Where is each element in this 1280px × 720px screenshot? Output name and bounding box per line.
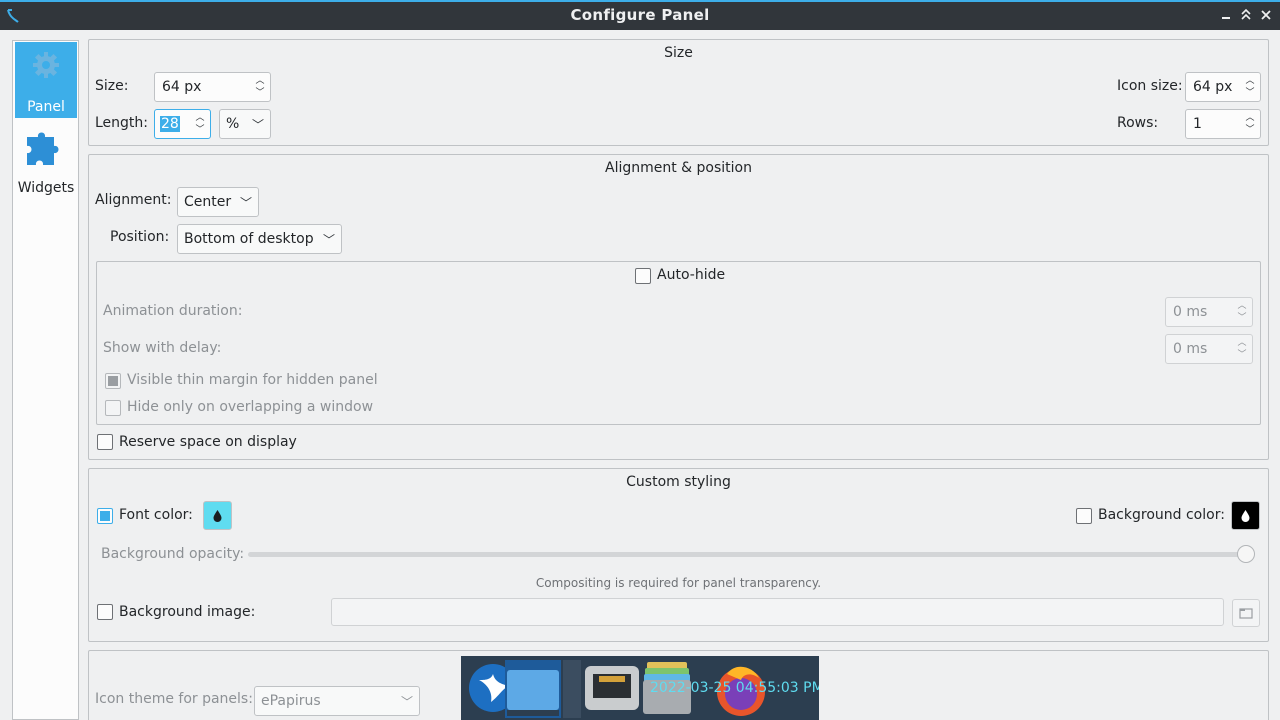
opacity-slider-handle[interactable]: [1237, 545, 1255, 563]
alignment-value: Center: [184, 194, 232, 210]
font-color-checkbox[interactable]: [97, 508, 113, 524]
group-title: Custom styling: [626, 474, 731, 490]
icon-size-label: Icon size:: [1117, 78, 1183, 94]
group-title: Size: [664, 45, 693, 61]
title-bar: Configure Panel: [0, 0, 1280, 30]
show-delay-spinbox[interactable]: 0 ms ︿ ﹀: [1165, 334, 1253, 364]
reserve-space-label: Reserve space on display: [119, 434, 297, 450]
length-spinbox[interactable]: 28 ︿ ﹀: [154, 109, 211, 139]
panel-taskbar: 2 2022-03-25 04:55:03 PM: [461, 656, 819, 720]
rows-label: Rows:: [1117, 115, 1159, 131]
show-delay-value: 0 ms: [1173, 341, 1208, 357]
opacity-slider-track[interactable]: [248, 552, 1246, 557]
background-color-button[interactable]: [1231, 501, 1260, 530]
alignment-select[interactable]: Center ﹀: [177, 187, 259, 217]
animation-duration-value: 0 ms: [1173, 304, 1208, 320]
sidebar-item-label: Panel: [27, 99, 65, 115]
maximize-button[interactable]: [1238, 7, 1254, 23]
icon-theme-label: Icon theme for panels:: [95, 691, 253, 707]
length-label: Length:: [95, 115, 149, 131]
background-image-field[interactable]: [331, 598, 1224, 626]
autohide-checkbox[interactable]: [635, 268, 651, 284]
browse-file-button[interactable]: [1232, 599, 1260, 627]
alignment-label: Alignment:: [95, 192, 172, 208]
sidebar-item-widgets[interactable]: Widgets: [15, 121, 77, 197]
sidebar-item-label: Widgets: [17, 180, 75, 196]
background-image-label: Background image:: [119, 604, 256, 620]
gear-icon: [31, 50, 61, 80]
spin-arrows-icon[interactable]: ︿ ﹀: [1236, 337, 1248, 361]
chevron-down-icon: ﹀: [400, 695, 413, 709]
desktop-switcher-1[interactable]: [505, 660, 561, 718]
chevron-down-icon: ﹀: [322, 233, 335, 247]
icon-size-spinbox[interactable]: 64 px ︿ ﹀: [1185, 72, 1261, 102]
animation-duration-label: Animation duration:: [103, 303, 243, 319]
icon-theme-select[interactable]: ePapirus ﹀: [254, 686, 420, 716]
rows-value: 1: [1193, 116, 1202, 132]
length-value: 28: [160, 116, 180, 132]
spin-arrows-icon[interactable]: ︿ ﹀: [1236, 300, 1248, 324]
network-icon[interactable]: [583, 662, 641, 714]
position-value: Bottom of desktop: [184, 231, 314, 247]
show-delay-label: Show with delay:: [103, 340, 222, 356]
drop-icon: [1241, 510, 1250, 522]
window-title: Configure Panel: [570, 6, 710, 24]
background-color-label: Background color:: [1098, 507, 1225, 523]
font-color-label: Font color:: [119, 507, 193, 523]
group-title: Alignment & position: [605, 160, 752, 176]
compositing-note: Compositing is required for panel transp…: [535, 576, 822, 590]
desktop-switcher-2[interactable]: [563, 660, 581, 718]
puzzle-icon: [24, 125, 68, 169]
size-value: 64 px: [162, 79, 202, 95]
close-button[interactable]: [1258, 7, 1274, 23]
length-unit-select[interactable]: % ﹀: [219, 109, 271, 139]
spin-arrows-icon[interactable]: ︿ ﹀: [1244, 75, 1256, 99]
drop-icon: [213, 510, 222, 522]
spin-arrows-icon[interactable]: ︿ ﹀: [254, 75, 266, 99]
font-color-button[interactable]: [203, 501, 232, 530]
minimize-button[interactable]: [1218, 7, 1234, 23]
autohide-label: Auto-hide: [657, 267, 726, 283]
overlap-checkbox[interactable]: [105, 400, 121, 416]
size-label: Size:: [95, 78, 129, 94]
length-unit-value: %: [226, 116, 240, 132]
background-color-checkbox[interactable]: [1076, 508, 1092, 524]
position-select[interactable]: Bottom of desktop ﹀: [177, 224, 342, 254]
position-label: Position:: [110, 229, 170, 245]
sidebar-item-panel[interactable]: Panel: [15, 42, 77, 118]
thin-margin-checkbox[interactable]: [105, 373, 121, 389]
chevron-down-icon: ﹀: [251, 118, 264, 132]
clock[interactable]: 2022-03-25 04:55:03 PM: [650, 680, 819, 696]
overlap-label: Hide only on overlapping a window: [127, 399, 374, 415]
icon-theme-value: ePapirus: [261, 693, 321, 709]
rows-spinbox[interactable]: 1 ︿ ﹀: [1185, 109, 1261, 139]
sidebar: Panel Widgets: [12, 40, 79, 720]
size-spinbox[interactable]: 64 px ︿ ﹀: [154, 72, 271, 102]
chevron-down-icon: ﹀: [239, 196, 252, 210]
background-opacity-label: Background opacity:: [101, 546, 245, 562]
folder-icon: [1239, 608, 1253, 619]
icon-size-value: 64 px: [1193, 79, 1233, 95]
spin-arrows-icon[interactable]: ︿ ﹀: [194, 112, 206, 136]
background-image-checkbox[interactable]: [97, 604, 113, 620]
thin-margin-label: Visible thin margin for hidden panel: [127, 372, 378, 388]
animation-duration-spinbox[interactable]: 0 ms ︿ ﹀: [1165, 297, 1253, 327]
reserve-space-checkbox[interactable]: [97, 434, 113, 450]
spin-arrows-icon[interactable]: ︿ ﹀: [1244, 112, 1256, 136]
